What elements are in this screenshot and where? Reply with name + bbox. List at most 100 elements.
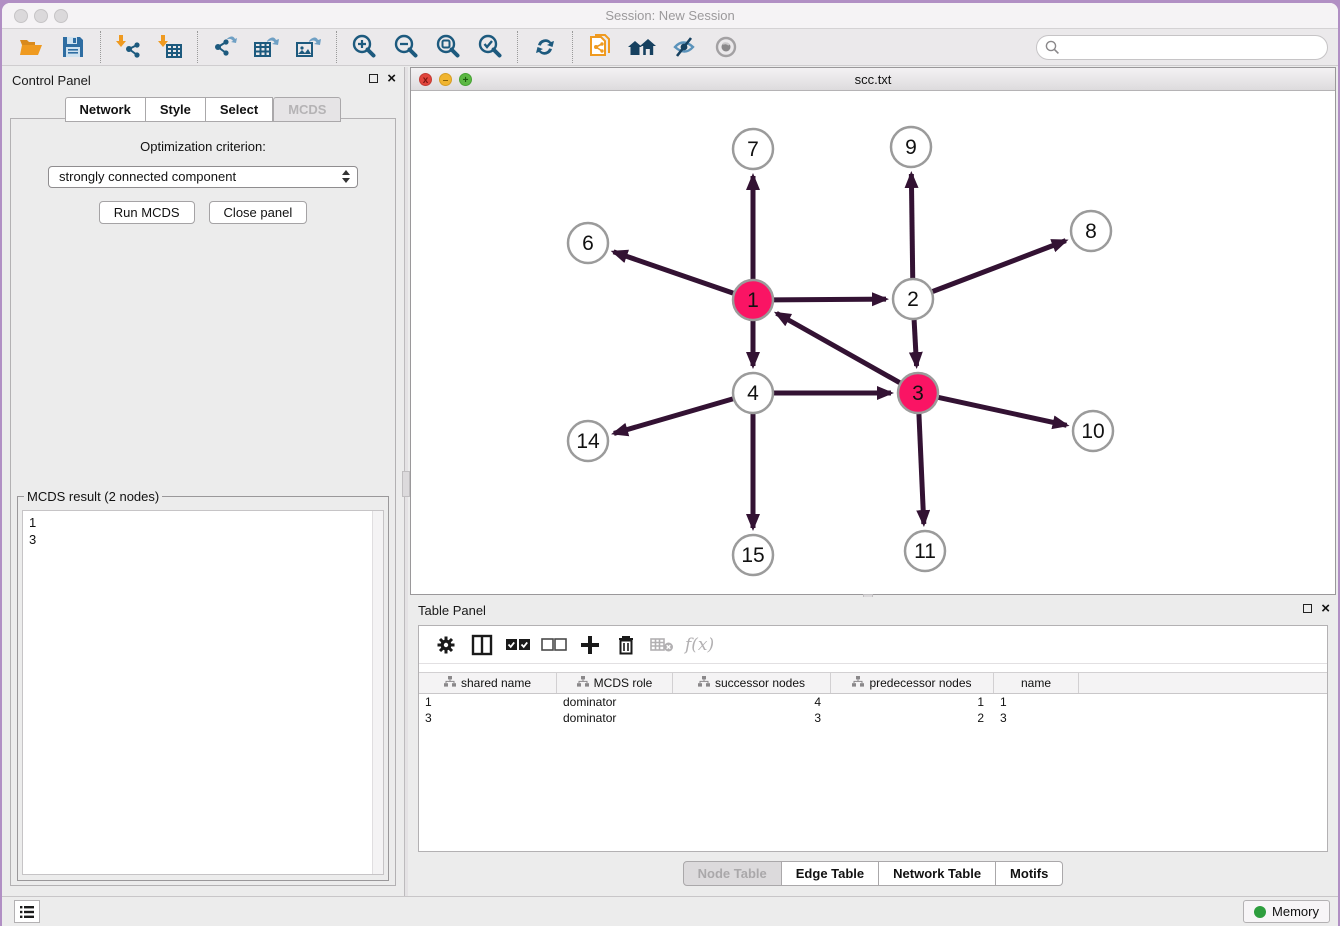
show-panel-icon[interactable]: [709, 32, 743, 62]
table-cell[interactable]: 3: [673, 710, 831, 726]
zoom-in-icon[interactable]: [347, 32, 381, 62]
dropdown-stepper-icon: [342, 170, 350, 183]
table-cell[interactable]: 3: [994, 710, 1079, 726]
function-builder-icon[interactable]: f(x): [685, 635, 714, 655]
table-row[interactable]: 1dominator411: [419, 694, 1327, 710]
control-panel-header: Control Panel ×: [2, 67, 404, 93]
control-panel: Control Panel × NetworkStyleSelectMCDS O…: [2, 67, 404, 896]
import-network-icon[interactable]: [111, 32, 145, 62]
toolbar-separator: [197, 31, 198, 63]
column-header-predecessor-nodes[interactable]: predecessor nodes: [831, 673, 994, 693]
float-panel-icon[interactable]: [369, 74, 378, 83]
float-table-panel-icon[interactable]: [1303, 604, 1312, 613]
close-table-panel-icon[interactable]: ×: [1321, 603, 1330, 614]
add-column-icon[interactable]: [577, 632, 603, 658]
table-header-row: shared name MCDS role successor nodesprede…: [419, 672, 1327, 694]
delete-column-icon[interactable]: [613, 632, 639, 658]
table-cell[interactable]: dominator: [557, 710, 673, 726]
edge-3-10[interactable]: [939, 397, 1067, 425]
column-header-MCDS-role[interactable]: MCDS role: [557, 673, 673, 693]
node-label-2: 2: [907, 288, 919, 311]
main-area: Control Panel × NetworkStyleSelectMCDS O…: [2, 67, 1338, 896]
column-header-label: name: [1021, 676, 1051, 690]
mcds-result-text[interactable]: 13: [22, 510, 384, 875]
column-hierarchy-icon: [444, 676, 456, 690]
search-input[interactable]: [1036, 35, 1328, 60]
import-table-icon[interactable]: [153, 32, 187, 62]
deselect-all-columns-icon[interactable]: [541, 632, 567, 658]
clone-network-icon[interactable]: [583, 32, 617, 62]
node-table: shared name MCDS role successor nodesprede…: [419, 672, 1327, 726]
column-hierarchy-icon: [577, 676, 589, 690]
export-table-icon[interactable]: [250, 32, 284, 62]
column-header-label: shared name: [461, 676, 531, 690]
result-line: 3: [29, 531, 377, 548]
table-cell[interactable]: dominator: [557, 694, 673, 710]
table-cell[interactable]: 1: [419, 694, 557, 710]
control-panel-tabs: NetworkStyleSelectMCDS: [2, 97, 404, 122]
table-cell[interactable]: 4: [673, 694, 831, 710]
column-header-label: MCDS role: [594, 676, 653, 690]
gear-icon[interactable]: [433, 632, 459, 658]
memory-button[interactable]: Memory: [1243, 900, 1330, 923]
refresh-icon[interactable]: [528, 32, 562, 62]
edge-2-9[interactable]: [911, 174, 912, 278]
column-header-shared-name[interactable]: shared name: [419, 673, 557, 693]
optimization-dropdown-value: strongly connected component: [59, 169, 236, 184]
home-icon[interactable]: [625, 32, 659, 62]
tab-edge-table[interactable]: Edge Table: [782, 861, 879, 886]
save-session-icon[interactable]: [56, 32, 90, 62]
tab-node-table[interactable]: Node Table: [683, 861, 782, 886]
split-columns-icon[interactable]: [469, 632, 495, 658]
export-network-icon[interactable]: [208, 32, 242, 62]
edge-1-6[interactable]: [614, 252, 734, 293]
run-mcds-button[interactable]: Run MCDS: [99, 201, 195, 224]
result-scrollbar[interactable]: [372, 511, 383, 874]
tab-style[interactable]: Style: [146, 97, 206, 122]
table-cell[interactable]: 1: [994, 694, 1079, 710]
network-canvas[interactable]: 7968124314101511: [411, 91, 1335, 594]
table-row[interactable]: 3dominator323: [419, 710, 1327, 726]
tab-select[interactable]: Select: [206, 97, 273, 122]
result-line: 1: [29, 514, 377, 531]
list-icon: [19, 905, 35, 919]
table-panel-header: Table Panel ×: [408, 597, 1338, 623]
column-header-successor-nodes[interactable]: successor nodes: [673, 673, 831, 693]
app-window: Session: New Session: [2, 3, 1338, 926]
hide-panels-icon[interactable]: [667, 32, 701, 62]
tab-network-table[interactable]: Network Table: [879, 861, 996, 886]
tab-mcds[interactable]: MCDS: [273, 97, 341, 122]
node-label-15: 15: [741, 544, 764, 567]
edge-3-1[interactable]: [777, 313, 900, 382]
delete-table-icon[interactable]: [649, 632, 675, 658]
tab-motifs[interactable]: Motifs: [996, 861, 1063, 886]
right-region: x – + scc.txt 7968124314101511 Table Pan…: [408, 67, 1338, 896]
table-cell[interactable]: 1: [831, 694, 994, 710]
task-history-button[interactable]: [14, 900, 40, 923]
tab-network[interactable]: Network: [65, 97, 146, 122]
edge-2-8[interactable]: [933, 241, 1066, 292]
mcds-tab-panel: Optimization criterion: strongly connect…: [10, 118, 396, 886]
open-session-icon[interactable]: [14, 32, 48, 62]
search-box: [1036, 35, 1328, 60]
zoom-out-icon[interactable]: [389, 32, 423, 62]
close-panel-icon[interactable]: ×: [387, 73, 396, 84]
table-cell[interactable]: 2: [831, 710, 994, 726]
node-label-7: 7: [747, 138, 759, 161]
select-all-columns-icon[interactable]: [505, 632, 531, 658]
optimization-dropdown[interactable]: strongly connected component: [48, 166, 358, 188]
zoom-fit-icon[interactable]: [431, 32, 465, 62]
mcds-result-title: MCDS result (2 nodes): [24, 489, 162, 504]
search-icon: [1045, 40, 1060, 55]
mcds-result-group: MCDS result (2 nodes) 13: [17, 489, 389, 881]
node-label-4: 4: [747, 382, 759, 405]
edge-4-14[interactable]: [614, 399, 733, 434]
close-panel-button[interactable]: Close panel: [209, 201, 308, 224]
edge-1-2[interactable]: [774, 299, 886, 300]
zoom-selected-icon[interactable]: [473, 32, 507, 62]
table-cell[interactable]: 3: [419, 710, 557, 726]
column-header-name[interactable]: name: [994, 673, 1079, 693]
edge-2-3[interactable]: [914, 320, 916, 366]
edge-3-11[interactable]: [919, 414, 924, 524]
export-image-icon[interactable]: [292, 32, 326, 62]
